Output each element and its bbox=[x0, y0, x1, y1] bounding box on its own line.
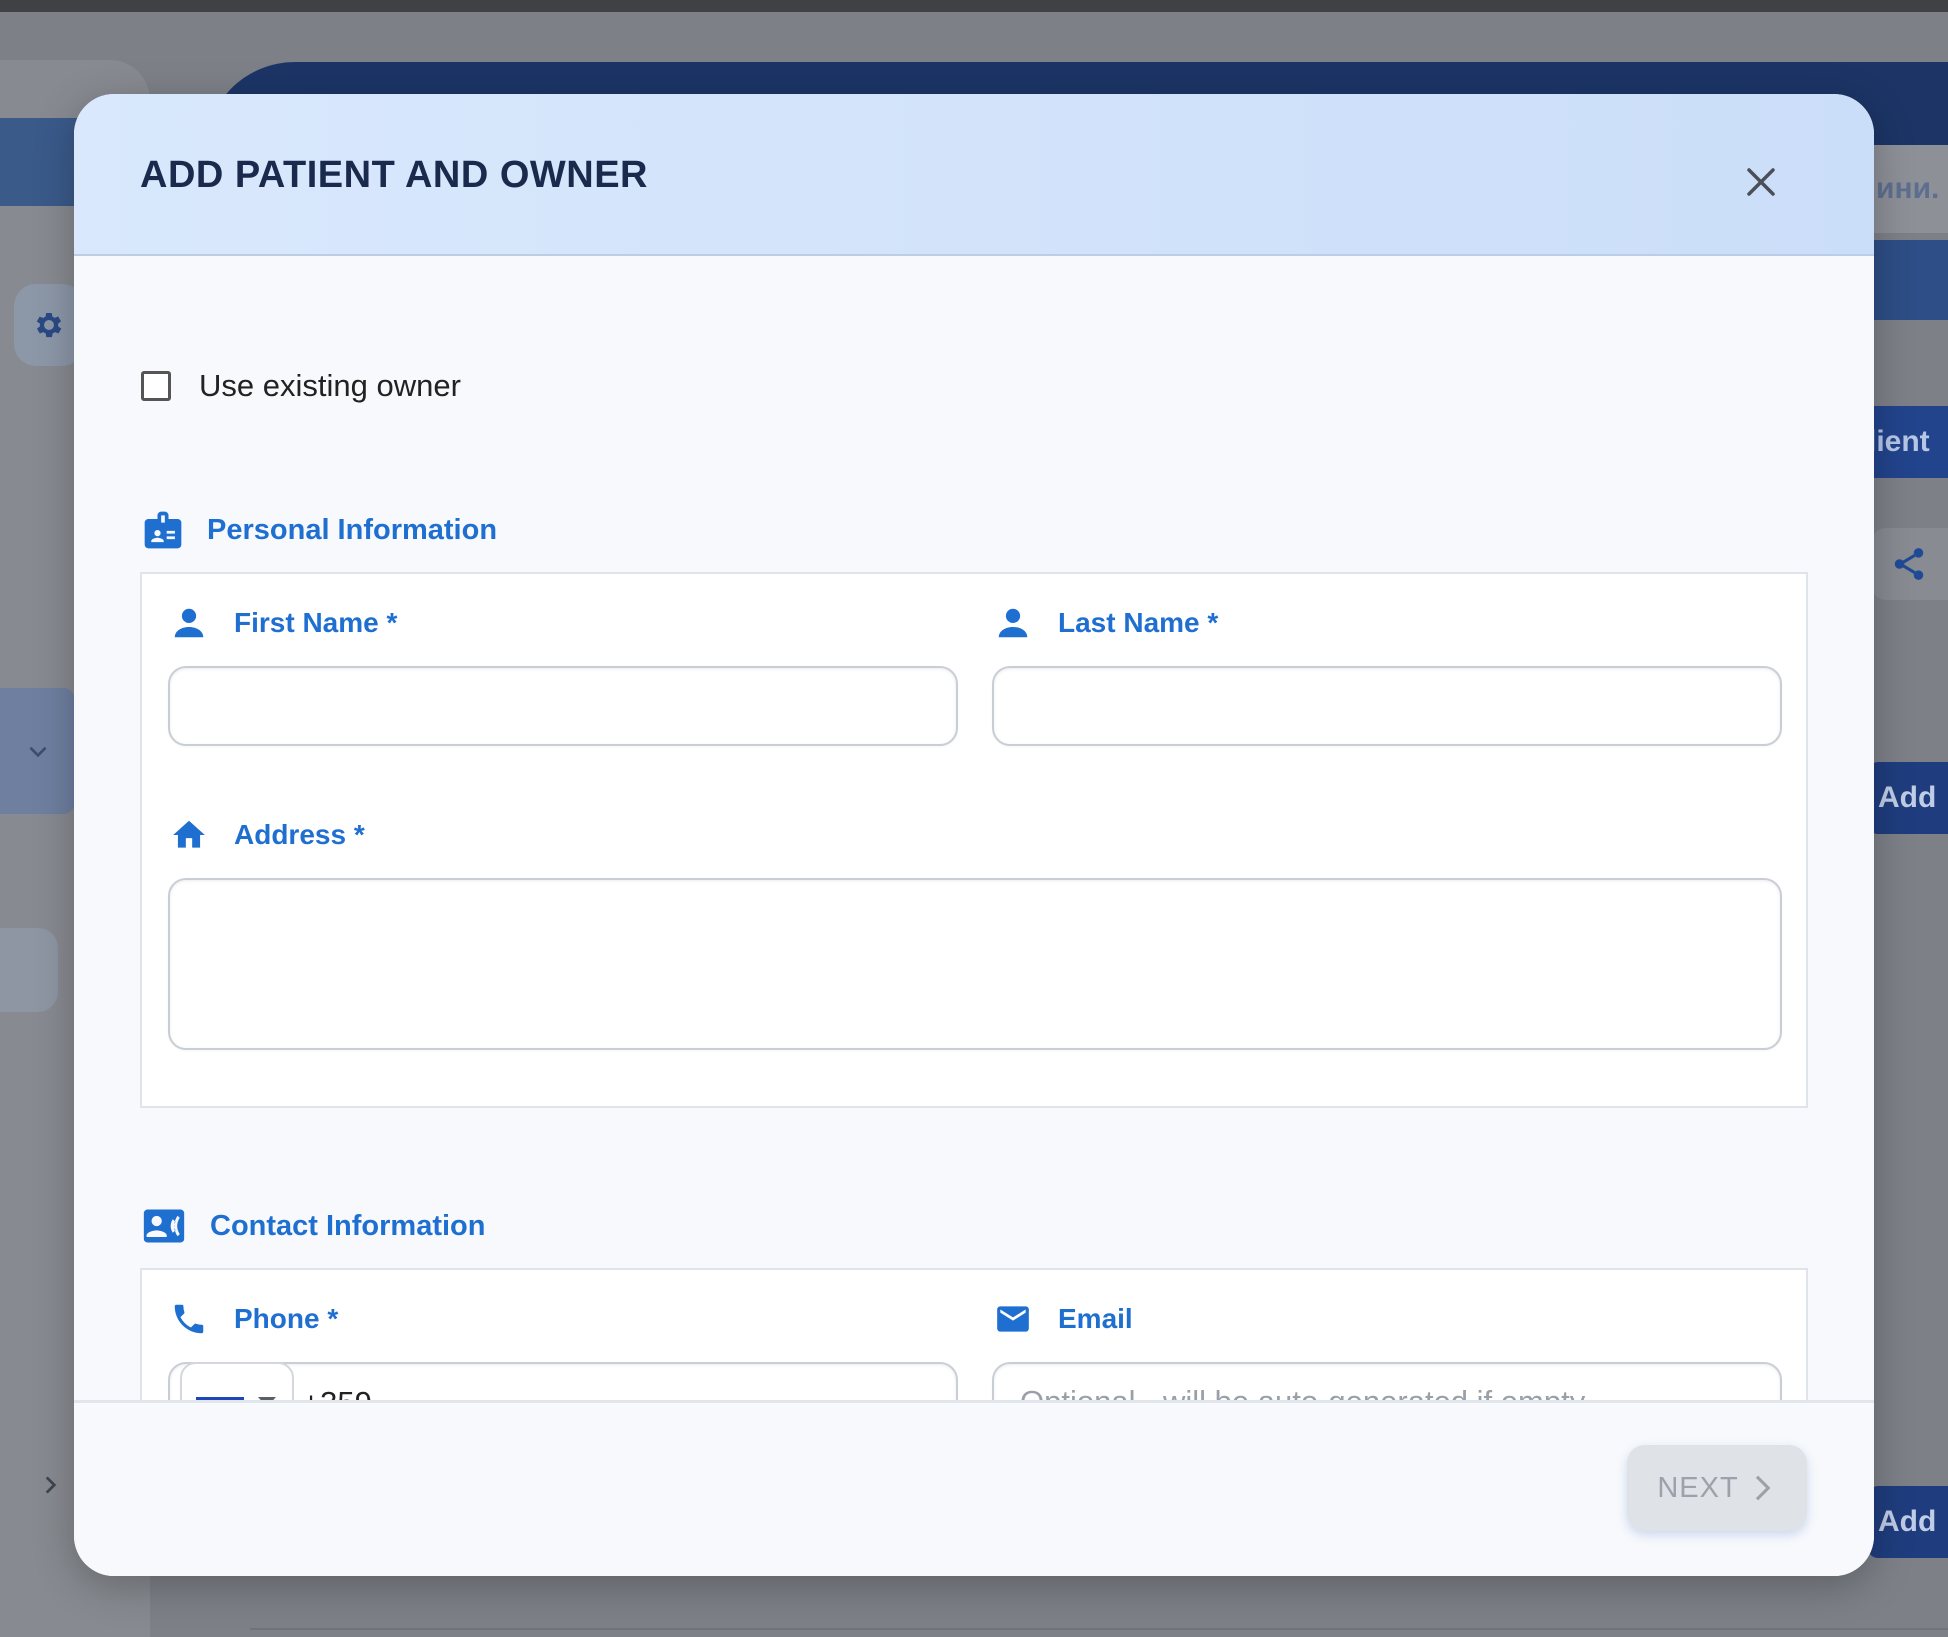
contact-info-title: Contact Information bbox=[210, 1209, 486, 1242]
last-name-label: Last Name * bbox=[1058, 607, 1219, 638]
dialog-footer bbox=[74, 1403, 1874, 1576]
first-name-input[interactable] bbox=[168, 666, 958, 746]
last-name-label-row: Last Name * bbox=[994, 604, 1218, 642]
next-button[interactable]: NEXT bbox=[1627, 1445, 1807, 1531]
first-name-label-row: First Name * bbox=[170, 604, 397, 642]
email-icon bbox=[997, 1306, 1029, 1332]
background-add-button: Add bbox=[1868, 1486, 1948, 1558]
add-patient-owner-dialog: ADD PATIENT AND OWNER Use existing owner… bbox=[74, 94, 1874, 1576]
background-add-button: Add bbox=[1868, 762, 1948, 834]
use-existing-owner-checkbox[interactable] bbox=[141, 371, 171, 401]
address-textarea[interactable] bbox=[168, 878, 1782, 1050]
dialog-header: ADD PATIENT AND OWNER bbox=[74, 94, 1874, 256]
background-blue-band bbox=[1870, 240, 1948, 320]
background-tab-text: ини. bbox=[1870, 145, 1948, 233]
personal-info-heading: Personal Information bbox=[141, 508, 497, 552]
contact-card-icon bbox=[143, 1209, 185, 1243]
email-label: Email bbox=[1058, 1303, 1133, 1334]
person-icon bbox=[174, 608, 204, 638]
use-existing-owner-label[interactable]: Use existing owner bbox=[199, 368, 461, 404]
last-name-input[interactable] bbox=[992, 666, 1782, 746]
background-pill bbox=[0, 928, 58, 1012]
email-label-row: Email bbox=[994, 1300, 1133, 1338]
close-icon bbox=[1747, 168, 1775, 196]
phone-label-row: Phone * bbox=[170, 1300, 338, 1338]
close-button[interactable] bbox=[1741, 162, 1781, 202]
chevron-right-icon bbox=[1755, 1475, 1771, 1501]
background-collapse-toggle bbox=[30, 1460, 70, 1510]
phone-label: Phone * bbox=[234, 1303, 339, 1334]
address-label-row: Address * bbox=[170, 816, 365, 854]
person-icon bbox=[998, 608, 1028, 638]
personal-info-card: First Name * Last Name * Address * bbox=[140, 572, 1808, 1108]
next-button-label: NEXT bbox=[1657, 1471, 1739, 1504]
id-badge-icon bbox=[144, 511, 182, 549]
contact-info-heading: Contact Information bbox=[140, 1204, 486, 1248]
first-name-label: First Name * bbox=[234, 607, 398, 638]
footer-divider bbox=[74, 1400, 1874, 1403]
background-share-button bbox=[1872, 528, 1948, 600]
chevron-down-icon bbox=[28, 746, 47, 758]
chevron-right-icon bbox=[45, 1476, 57, 1494]
personal-info-title: Personal Information bbox=[207, 513, 498, 546]
use-existing-owner-row[interactable]: Use existing owner bbox=[141, 366, 461, 406]
gear-icon bbox=[36, 312, 62, 338]
dialog-title: ADD PATIENT AND OWNER bbox=[140, 154, 648, 196]
share-icon bbox=[1894, 548, 1924, 580]
address-label: Address * bbox=[234, 819, 365, 850]
home-icon bbox=[173, 820, 205, 848]
dialog-body: Use existing owner Personal Information … bbox=[74, 256, 1874, 1568]
background-expand-toggle bbox=[0, 688, 75, 814]
background-divider bbox=[250, 1628, 1948, 1630]
phone-icon bbox=[174, 1304, 204, 1334]
app-topbar bbox=[0, 0, 1948, 12]
